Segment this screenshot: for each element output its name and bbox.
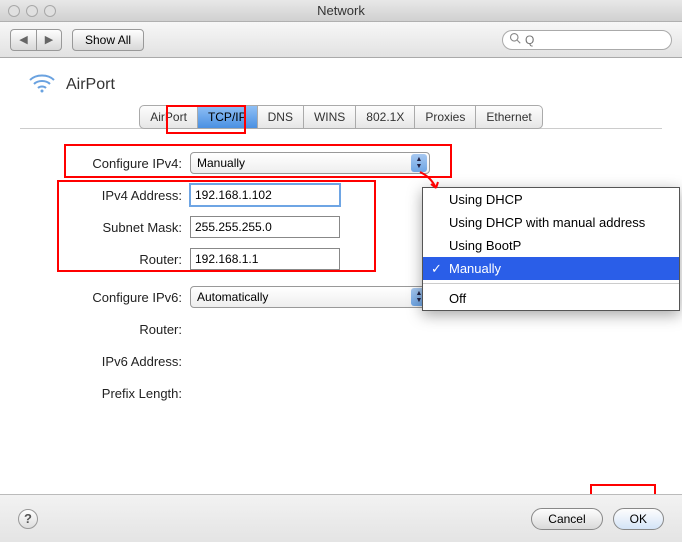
close-window-button[interactable] [8,5,20,17]
forward-button[interactable]: ▶ [36,29,62,51]
ipv4-address-label: IPv4 Address: [60,188,190,203]
subnet-mask-label: Subnet Mask: [60,220,190,235]
search-field[interactable] [502,30,672,50]
nav-buttons: ◀ ▶ [10,29,62,51]
router-label: Router: [60,252,190,267]
configure-ipv6-label: Configure IPv6: [60,290,190,305]
configure-ipv4-label: Configure IPv4: [60,156,190,171]
tab-ethernet[interactable]: Ethernet [476,105,542,129]
ipv4-address-field[interactable] [190,184,340,206]
annotation-arrow-icon [418,170,444,195]
footer: ? Cancel OK [0,494,682,542]
subnet-mask-field[interactable] [190,216,340,238]
menu-manually[interactable]: Manually [423,257,679,280]
configure-ipv4-menu: Using DHCP Using DHCP with manual addres… [422,187,680,311]
cancel-button[interactable]: Cancel [531,508,602,530]
titlebar: Network [0,0,682,22]
toolbar: ◀ ▶ Show All [0,22,682,58]
configure-ipv4-value: Manually [197,156,245,170]
show-all-button[interactable]: Show All [72,29,144,51]
ipv6-router-label: Router: [60,322,190,337]
prefix-length-label: Prefix Length: [60,386,190,401]
ipv6-address-label: IPv6 Address: [60,354,190,369]
tab-proxies[interactable]: Proxies [415,105,476,129]
search-input[interactable] [525,33,665,47]
tabs: AirPort TCP/IP DNS WINS 802.1X Proxies E… [20,105,662,129]
menu-using-dhcp[interactable]: Using DHCP [423,188,679,211]
zoom-window-button[interactable] [44,5,56,17]
tab-dns[interactable]: DNS [258,105,304,129]
menu-using-dhcp-manual[interactable]: Using DHCP with manual address [423,211,679,234]
tab-wins[interactable]: WINS [304,105,356,129]
tab-airport[interactable]: AirPort [139,105,198,129]
interface-name: AirPort [66,76,115,94]
interface-header: AirPort [28,72,662,97]
menu-separator [423,283,679,284]
router-field[interactable] [190,248,340,270]
airport-icon [28,72,56,97]
minimize-window-button[interactable] [26,5,38,17]
search-icon [509,32,521,47]
menu-using-bootp[interactable]: Using BootP [423,234,679,257]
ok-button[interactable]: OK [613,508,664,530]
back-button[interactable]: ◀ [10,29,36,51]
configure-ipv4-popup[interactable]: Manually ▲▼ [190,152,430,174]
menu-off[interactable]: Off [423,287,679,310]
configure-ipv6-popup[interactable]: Automatically ▲▼ [190,286,430,308]
tab-8021x[interactable]: 802.1X [356,105,415,129]
help-button[interactable]: ? [18,509,38,529]
window-title: Network [317,3,365,18]
traffic-lights [8,5,56,17]
tab-tcpip[interactable]: TCP/IP [198,105,258,129]
configure-ipv6-value: Automatically [197,290,268,304]
